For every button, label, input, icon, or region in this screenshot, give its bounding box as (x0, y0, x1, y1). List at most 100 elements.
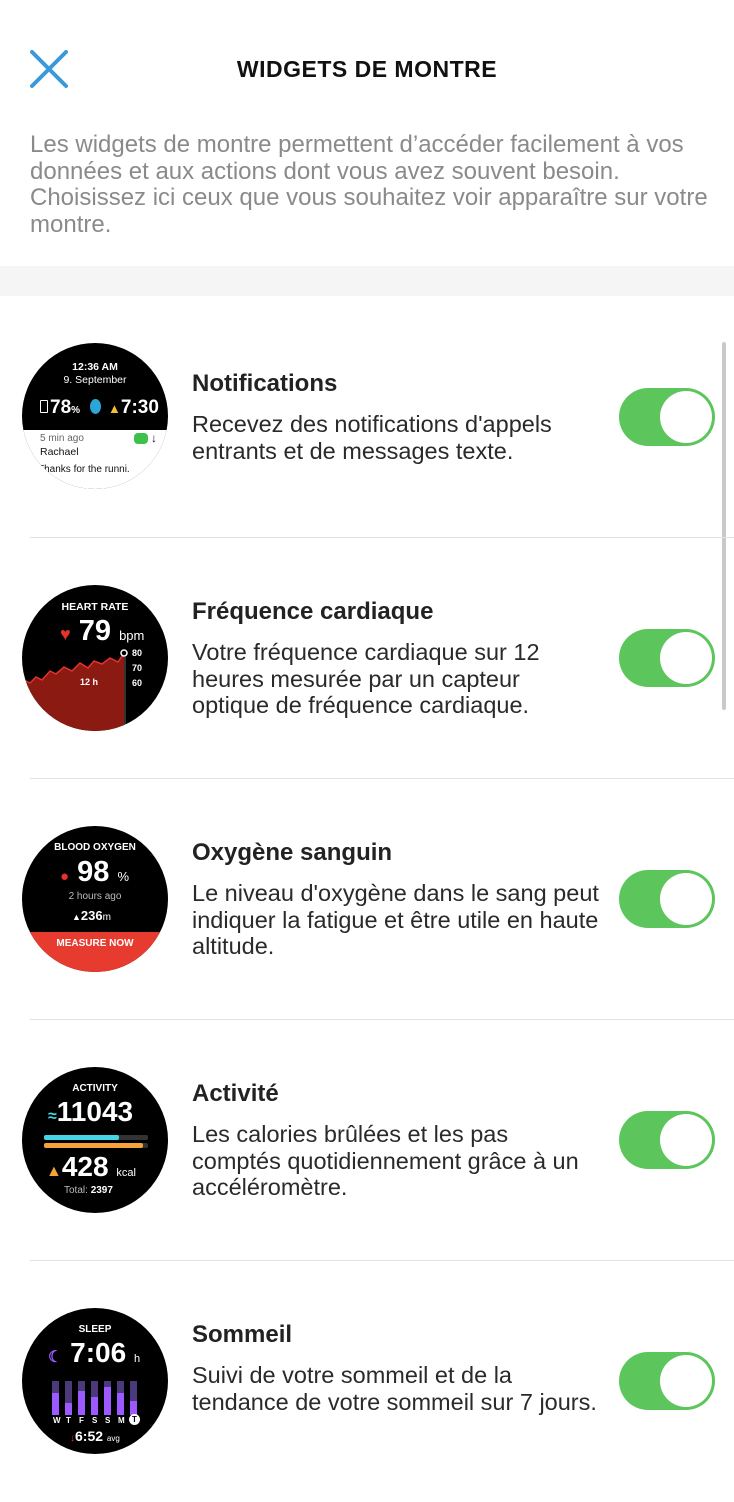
notifications-watch-preview: 12:36 AM 9. September 78% ▲7:30 5 min ag… (22, 343, 168, 489)
heart-icon: ♥ (60, 624, 71, 644)
day-label: T (66, 1416, 71, 1425)
steps-value: 11043 (56, 1096, 134, 1127)
message-icon (134, 433, 148, 444)
day-label-today: T (129, 1414, 140, 1425)
activity-toggle[interactable] (619, 1111, 715, 1169)
flame-icon: ▲ (46, 1163, 62, 1180)
preview-sleep-avg: ↓6:52 avg (70, 1428, 120, 1444)
preview-steps: ≈11043 (48, 1096, 133, 1128)
day-label: M (118, 1416, 125, 1425)
preview-total: Total: 2397 (64, 1185, 113, 1196)
steps-progress-track (44, 1135, 148, 1140)
blood-oxygen-toggle[interactable] (619, 870, 715, 928)
page-title: WIDGETS DE MONTRE (236, 56, 498, 82)
spo2-ago: 2 hours ago (68, 891, 122, 902)
steps-progress-fill (44, 1135, 119, 1140)
widget-item-activity: ACTIVITY ≈11043 ▲428 kcal Total: 2397 Ac… (0, 1020, 734, 1261)
widget-description: Votre fréquence cardiaque sur 12 heures … (192, 639, 540, 718)
heart-rate-toggle[interactable] (619, 629, 715, 687)
kcal-value: 428 (61, 1151, 109, 1182)
total-value: 2397 (90, 1185, 113, 1196)
preview-time: 12:36 AM (72, 361, 118, 373)
sleep-bar (65, 1403, 72, 1415)
widget-title: Fréquence cardiaque (192, 598, 434, 625)
kcal-unit: kcal (116, 1167, 136, 1179)
hr-value: 79 (78, 615, 112, 647)
axis-label: 80 (132, 648, 143, 658)
widget-title: Activité (192, 1080, 279, 1107)
hr-chart (22, 649, 128, 731)
day-label: S (105, 1416, 111, 1425)
preview-label: HEART RATE (61, 601, 129, 613)
toggle-knob (660, 1355, 712, 1407)
header: WIDGETS DE MONTRE (0, 0, 734, 120)
arrow-down-icon: ↓ (151, 431, 157, 445)
bluetooth-icon (90, 399, 101, 414)
measure-now-button: MEASURE NOW (22, 932, 168, 972)
sleep-avg-value: 6:52 (75, 1428, 104, 1444)
axis-label: 60 (132, 678, 143, 688)
drop-icon: ● (60, 868, 70, 885)
preview-sleep-duration: ☾ 7:06 h (48, 1337, 140, 1369)
sleep-bar (52, 1393, 59, 1415)
day-label: W (53, 1416, 61, 1425)
bell-icon: ▲ (108, 401, 121, 416)
mountain-icon: ▲ (72, 912, 81, 922)
preview-label: BLOOD OXYGEN (54, 842, 136, 853)
activity-watch-preview: ACTIVITY ≈11043 ▲428 kcal Total: 2397 (22, 1067, 168, 1213)
section-separator (0, 266, 734, 296)
sleep-unit: h (133, 1353, 141, 1365)
steps-icon: ≈ (48, 1108, 57, 1125)
widget-description: Recevez des notifications d'appels entra… (192, 411, 552, 464)
hr-period: 12 h (80, 677, 99, 687)
toggle-knob (660, 1114, 712, 1166)
preview-date: 9. September (63, 374, 127, 386)
toggle-knob (660, 632, 712, 684)
toggle-knob (660, 873, 712, 925)
widget-item-sleep: SLEEP ☾ 7:06 h W T F S S M T ↓6:52 avg S… (0, 1261, 734, 1502)
sleep-bar (104, 1387, 111, 1415)
notifications-toggle[interactable] (619, 388, 715, 446)
preview-altitude: ▲236m (72, 908, 111, 923)
widget-title: Sommeil (192, 1321, 293, 1348)
sleep-toggle[interactable] (619, 1352, 715, 1410)
widget-item-heart-rate: HEART RATE ♥ 79 bpm 80 70 60 12 h Fréque… (0, 538, 734, 779)
day-label: S (92, 1416, 98, 1425)
toggle-knob (660, 391, 712, 443)
sleep-bar (130, 1401, 137, 1415)
moon-icon: ☾ (48, 1349, 63, 1366)
widget-item-blood-oxygen: BLOOD OXYGEN ● 98 % 2 hours ago ▲236m ME… (0, 779, 734, 1020)
notification-ago: 5 min ago (40, 433, 84, 444)
blood-oxygen-watch-preview: BLOOD OXYGEN ● 98 % 2 hours ago ▲236m ME… (22, 826, 168, 972)
widget-description: Les calories brûlées et les pas comptés … (192, 1121, 579, 1200)
preview-hr-value: ♥ 79 bpm (60, 615, 144, 648)
hr-axis: 80 70 60 (132, 646, 142, 691)
battery-unit: % (71, 405, 81, 416)
notification-sender: Rachael (40, 446, 79, 458)
page-description: Les widgets de montre permettent d’accéd… (30, 131, 708, 238)
alarm-value: 7:30 (120, 397, 159, 418)
sleep-bar (117, 1393, 124, 1415)
kcal-progress-fill (44, 1143, 143, 1148)
preview-notification-card: 5 min ago Rachael Thanks for the runni. … (22, 430, 168, 489)
sleep-duration: 7:06 (70, 1337, 127, 1368)
sleep-avg-unit: avg (106, 1434, 120, 1443)
notification-message: Thanks for the runni. (38, 464, 130, 475)
altitude-value: 236 (80, 908, 103, 923)
sleep-watch-preview: SLEEP ☾ 7:06 h W T F S S M T ↓6:52 avg (22, 1308, 168, 1454)
heart-rate-watch-preview: HEART RATE ♥ 79 bpm 80 70 60 12 h (22, 585, 168, 731)
preview-label: SLEEP (78, 1324, 112, 1335)
widget-description: Le niveau d'oxygène dans le sang peut in… (192, 880, 599, 959)
preview-kcal: ▲428 kcal (46, 1151, 136, 1183)
spo2-unit: % (117, 869, 130, 884)
preview-battery: 78% (40, 397, 80, 419)
day-label: F (79, 1416, 84, 1425)
measure-now-label: MEASURE NOW (56, 938, 134, 949)
hr-unit: bpm (119, 628, 145, 643)
preview-alarm: ▲7:30 (108, 397, 159, 419)
sleep-bar (78, 1391, 85, 1415)
sleep-bars (50, 1377, 144, 1415)
widget-description: Suivi de votre sommeil et de la tendance… (192, 1362, 597, 1415)
total-label: Total: (64, 1185, 88, 1196)
sleep-bar (91, 1397, 98, 1415)
